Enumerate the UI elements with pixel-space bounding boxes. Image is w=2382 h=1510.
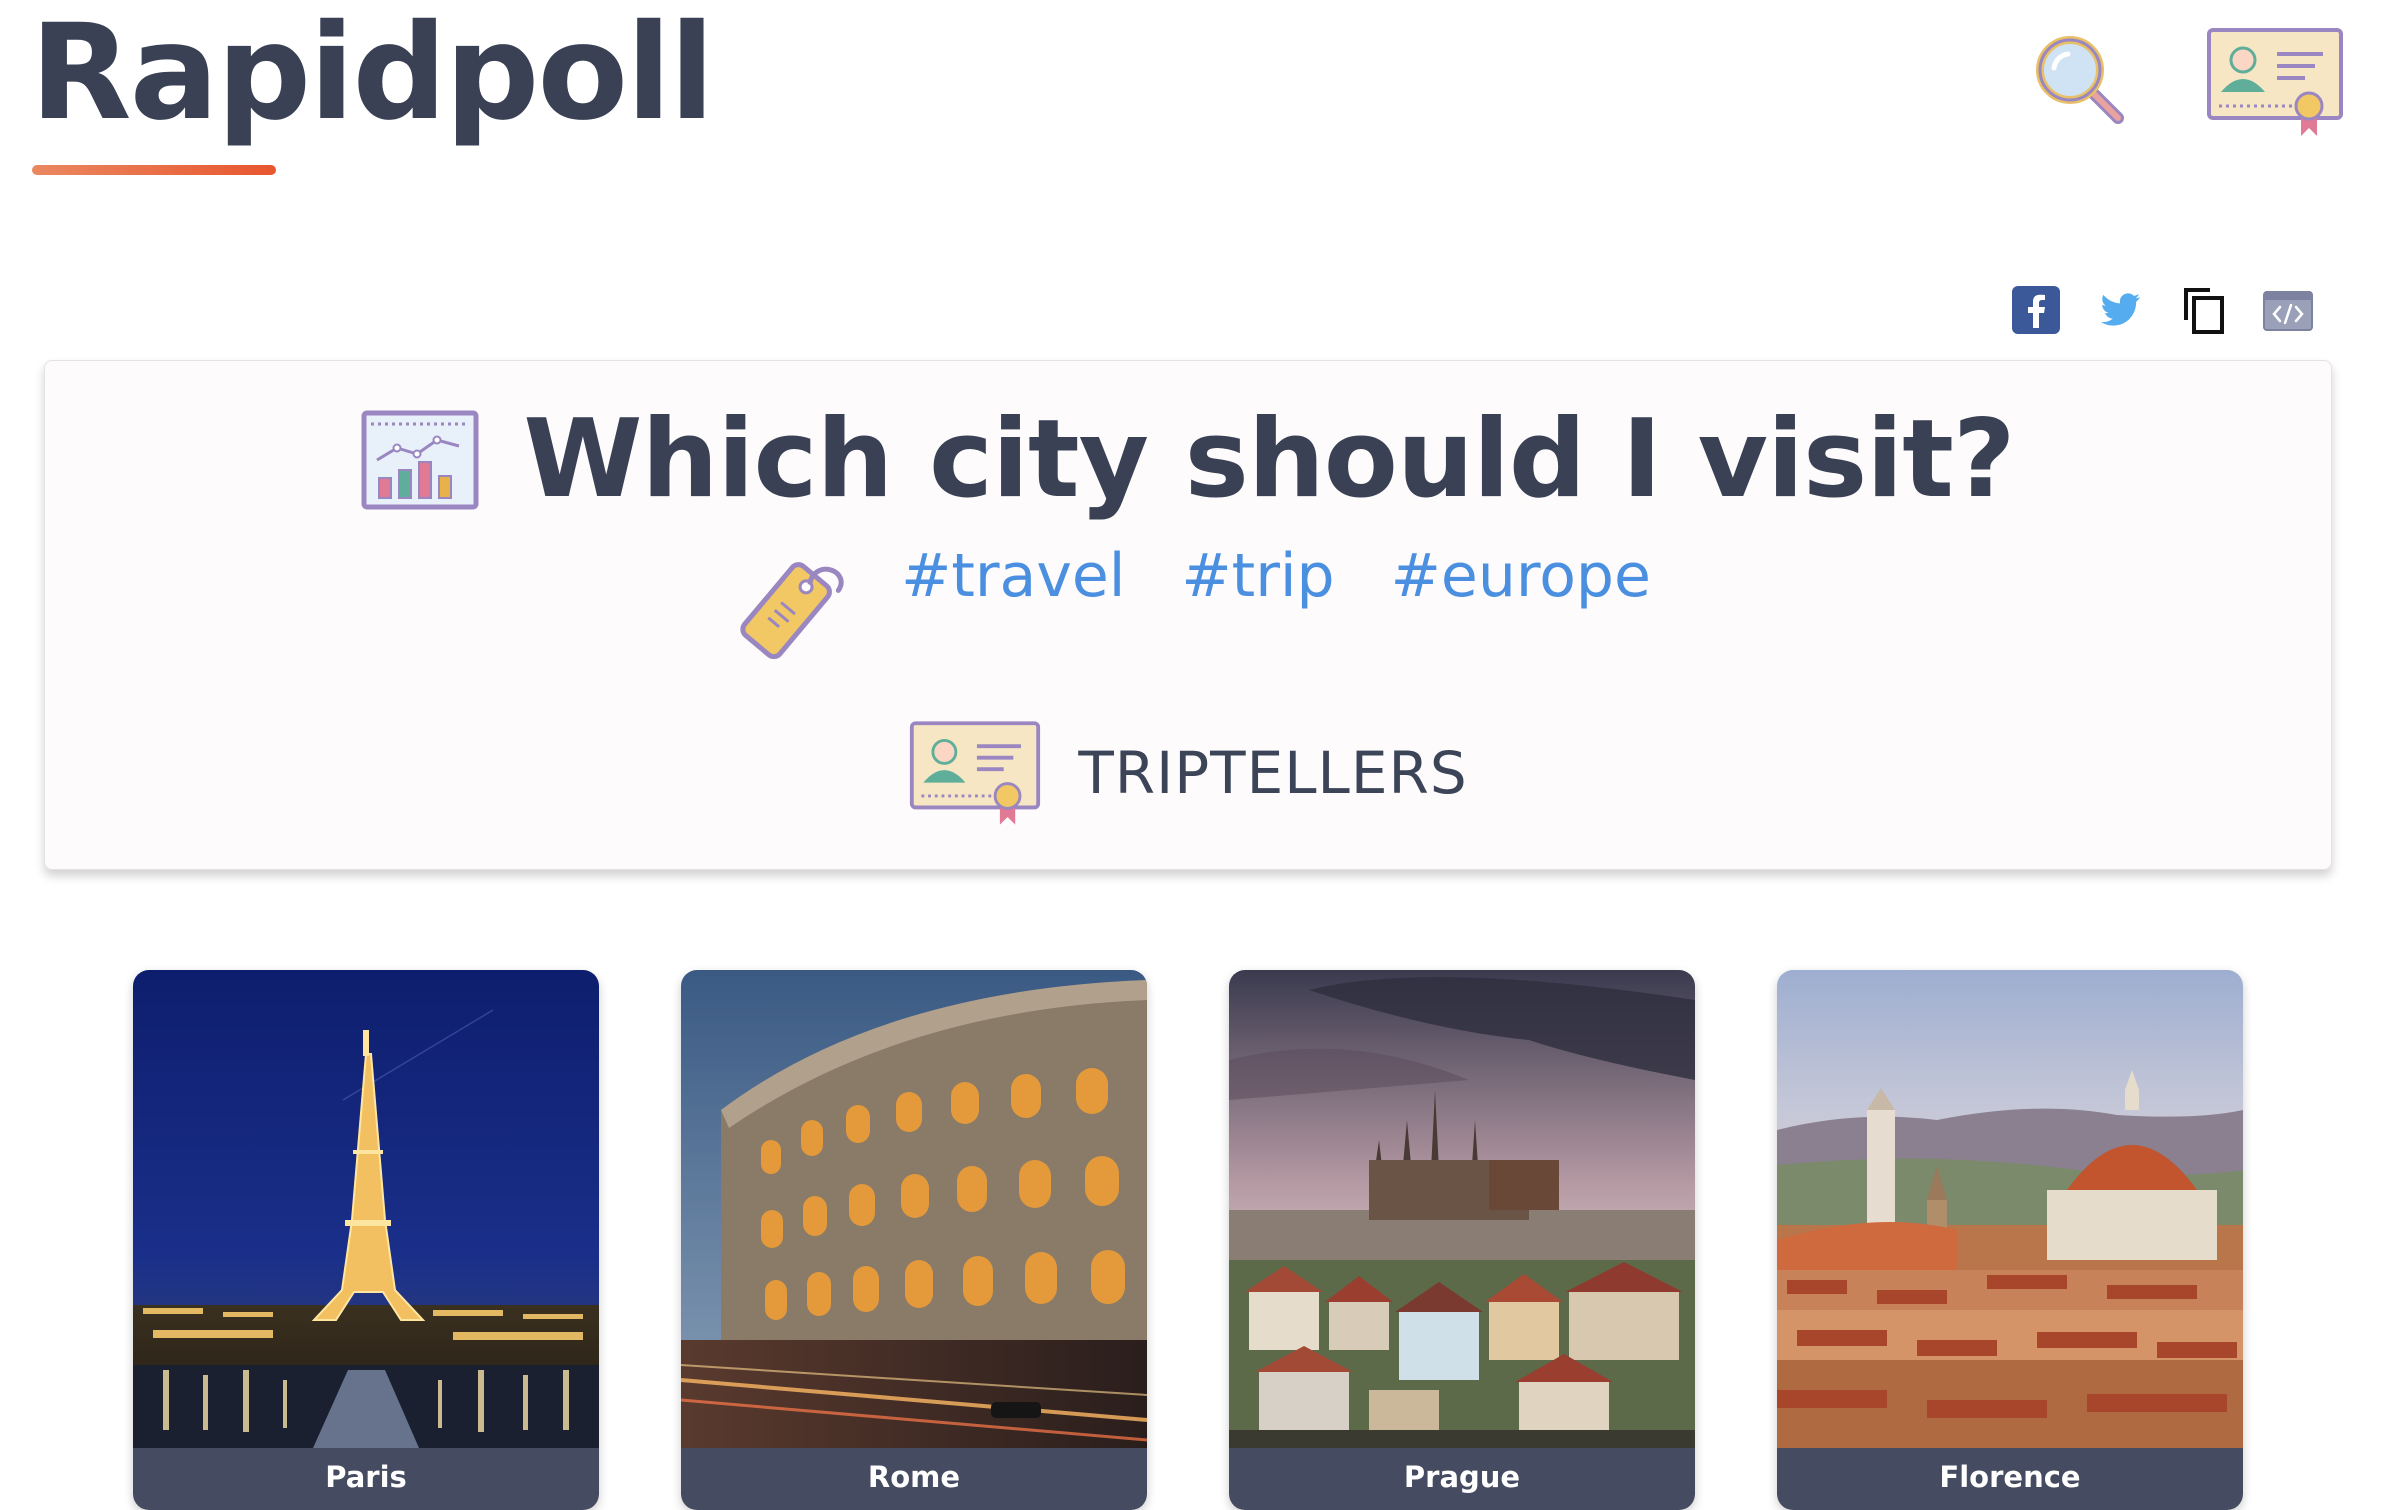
poll-card: Which city should I visit? #travel #trip… [44, 360, 2332, 870]
tags-row: #travel #trip #europe [45, 541, 2331, 671]
author-row: TRIPTELLERS [45, 719, 2331, 827]
poll-options: Paris Rome Prague Florence [133, 970, 2243, 1510]
option-rome[interactable]: Rome [681, 970, 1147, 1510]
user-badge-certificate-icon [2207, 28, 2343, 136]
option-label: Paris [133, 1448, 599, 1510]
profile-button[interactable] [2205, 26, 2345, 138]
eiffel-tower-night-photo [133, 970, 599, 1448]
question-row: Which city should I visit? [45, 397, 2331, 522]
florence-duomo-photo [1777, 970, 2243, 1448]
copy-icon[interactable] [2178, 284, 2230, 336]
user-badge-certificate-icon [910, 721, 1041, 825]
prague-castle-photo [1229, 970, 1695, 1448]
tag-travel[interactable]: #travel [901, 541, 1125, 611]
colosseum-dusk-photo [681, 970, 1147, 1448]
site-logo[interactable]: Rapidpoll [30, 0, 715, 150]
embed-code-icon[interactable] [2262, 284, 2314, 336]
option-label: Florence [1777, 1448, 2243, 1510]
poll-chart-icon [361, 410, 479, 510]
share-bar [2010, 284, 2314, 336]
poll-author[interactable]: TRIPTELLERS [1078, 739, 1467, 807]
option-florence[interactable]: Florence [1777, 970, 2243, 1510]
tag-europe[interactable]: #europe [1391, 541, 1651, 611]
logo-underline [32, 165, 276, 175]
option-paris[interactable]: Paris [133, 970, 599, 1510]
facebook-icon[interactable] [2010, 284, 2062, 336]
option-prague[interactable]: Prague [1229, 970, 1695, 1510]
option-label: Prague [1229, 1448, 1695, 1510]
tag-label-icon [740, 562, 844, 660]
magnifier-icon [2036, 36, 2124, 124]
tag-trip[interactable]: #trip [1181, 541, 1334, 611]
search-button[interactable] [2030, 30, 2130, 130]
twitter-icon[interactable] [2094, 284, 2146, 336]
option-label: Rome [681, 1448, 1147, 1510]
poll-question: Which city should I visit? [523, 397, 2015, 522]
